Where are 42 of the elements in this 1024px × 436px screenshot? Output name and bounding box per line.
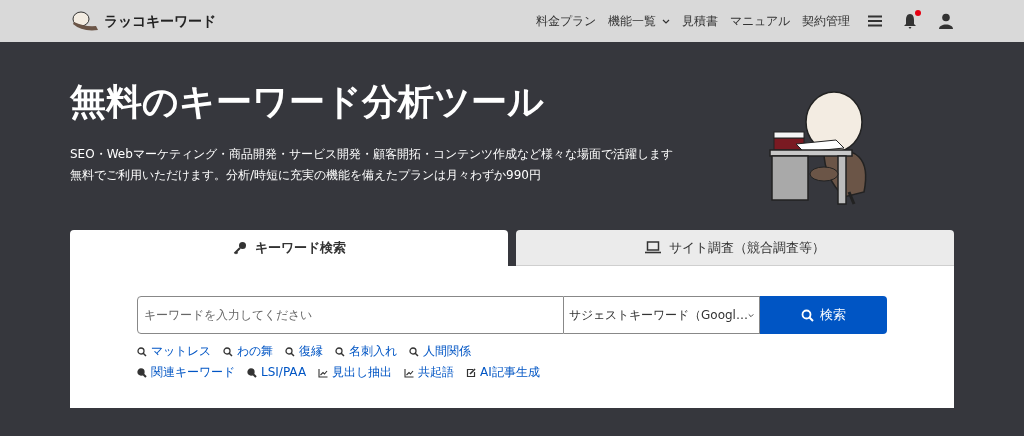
user-icon[interactable] [938, 13, 954, 29]
tab[interactable]: サイト調査（競合調査等） [516, 230, 954, 266]
search-icon [335, 346, 345, 357]
search-icon [801, 308, 814, 322]
keyword-link[interactable]: わの舞 [237, 344, 273, 359]
line-chart-icon [404, 367, 415, 378]
keyword-link[interactable]: 復縁 [299, 344, 323, 359]
nav-link[interactable]: 機能一覧 [608, 12, 670, 30]
keyword-link[interactable]: 関連キーワード [151, 365, 235, 380]
line-chart-icon [318, 367, 329, 378]
search-icon [223, 346, 233, 357]
tab[interactable]: キーワード検索 [70, 230, 508, 266]
search-button[interactable]: 検索 [760, 296, 887, 334]
logo-text[interactable]: ラッコキーワード [104, 10, 216, 32]
chevron-down-icon [747, 312, 754, 318]
edit-icon [466, 367, 477, 378]
search-icon [285, 346, 295, 357]
laptop-icon [645, 241, 661, 254]
hero-description: SEO・Webマーケティング・商品開発・サービス開発・顧客開拓・コンテンツ作成など様々な場面で活躍します [70, 146, 673, 162]
menu-icon[interactable] [868, 15, 882, 27]
keyword-link[interactable]: 見出し抽出 [332, 365, 393, 380]
keyword-link[interactable]: 名刺入れ [349, 344, 397, 359]
search-icon [137, 367, 147, 378]
logo-icon [70, 10, 100, 32]
keyword-link[interactable]: 人間関係 [423, 344, 471, 359]
nav-link[interactable]: 契約管理 [802, 12, 850, 30]
nav-link[interactable]: 料金プラン [536, 12, 596, 30]
keyword-link[interactable]: AI記事生成 [480, 365, 540, 380]
nav-link[interactable]: 見積書 [682, 12, 718, 30]
search-icon [137, 346, 147, 357]
nav-link[interactable]: マニュアル [730, 12, 790, 30]
key-icon [232, 241, 247, 255]
keyword-link[interactable]: LSI/PAA [261, 365, 307, 380]
hero-title: 無料のキーワード分析ツール [70, 80, 545, 124]
search-icon [247, 367, 257, 378]
search-icon [409, 346, 419, 357]
search-type-select[interactable]: サジェストキーワード（Googl… [564, 296, 760, 334]
keyword-input[interactable]: キーワードを入力してください [137, 296, 564, 334]
keyword-link[interactable]: 共起語 [418, 365, 455, 380]
bell-icon[interactable] [902, 13, 918, 29]
hero-description: 無料でご利用いただけます。分析/時短に充実の機能を備えたプランは月々わずか990円 [70, 167, 542, 183]
keyword-link[interactable]: マットレス [151, 344, 211, 359]
